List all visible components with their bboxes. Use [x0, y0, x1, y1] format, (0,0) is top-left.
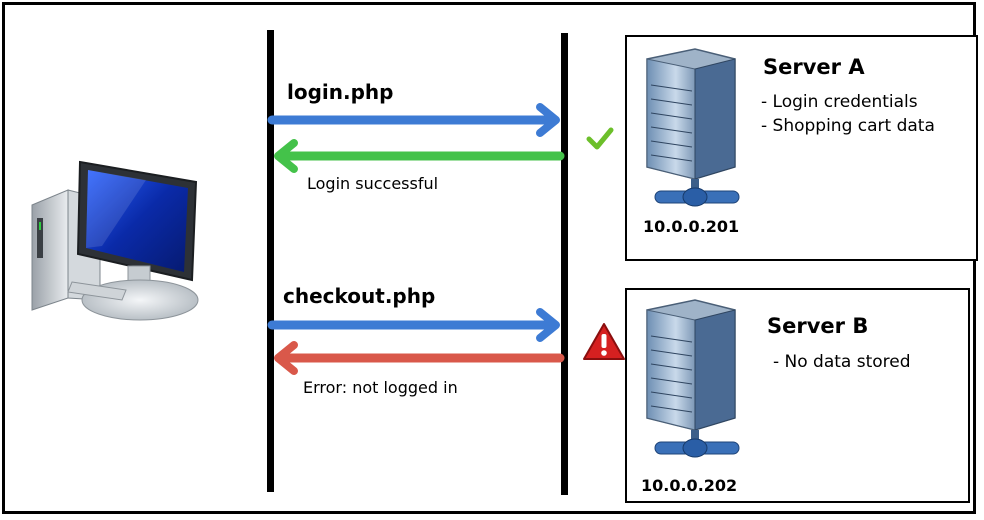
server-card: Server B - No data stored 10.0.0.202 — [625, 288, 970, 503]
server-name: Server A — [763, 55, 865, 79]
server-card: Server A - Login credentials - Shopping … — [625, 35, 978, 261]
server-tower-icon — [646, 48, 740, 207]
response-arrow — [274, 139, 565, 173]
checkmark-icon — [586, 127, 614, 150]
server-ip: 10.0.0.202 — [641, 476, 738, 495]
list-item: - Shopping cart data — [761, 116, 935, 136]
server-data-list: - Login credentials - Shopping cart data — [761, 90, 935, 138]
desktop-computer-icon — [31, 160, 199, 321]
server-tower-icon — [646, 299, 740, 458]
response-label: Login successful — [307, 174, 439, 193]
server-name: Server B — [767, 314, 869, 338]
list-item: - No data stored — [773, 352, 911, 372]
warning-icon — [583, 323, 625, 360]
request-arrow — [267, 103, 560, 137]
response-label: Error: not logged in — [303, 378, 458, 397]
server-data-list: - No data stored — [773, 350, 911, 374]
server-ip: 10.0.0.201 — [643, 217, 740, 236]
list-item: - Login credentials — [761, 92, 918, 112]
response-arrow — [274, 341, 565, 375]
